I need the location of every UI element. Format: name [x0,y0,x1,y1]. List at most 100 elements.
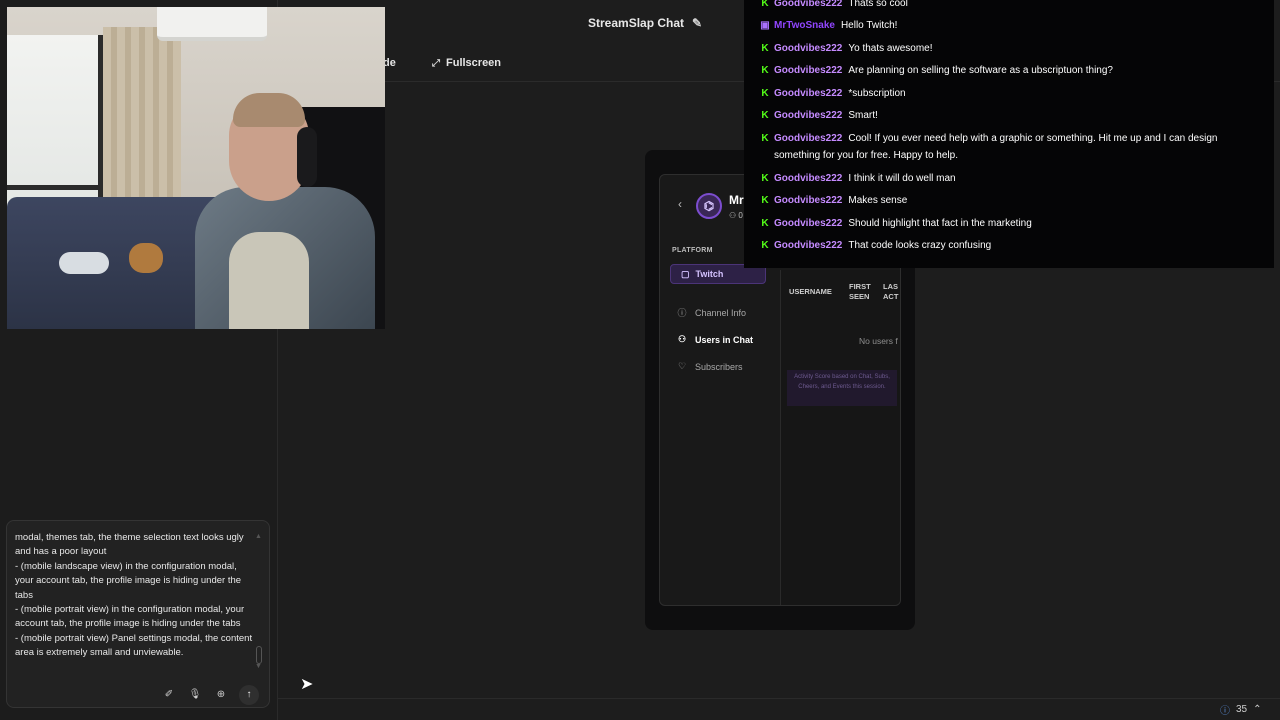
chat-message: K Goodvibes222 That code looks crazy confu… [758,237,1258,254]
chat-text: Hello Twitch! [840,20,898,31]
nav-label: Subscribers [695,361,743,372]
kick-badge-icon: K [761,133,769,144]
chat-username[interactable]: Goodvibes222 [774,88,842,99]
chat-message: K Goodvibes222 I think it will do well man [758,170,1258,187]
chat-message-body: Goodvibes222 I think it will do well man [758,170,1258,187]
avatar: ⌬ [696,193,722,219]
empty-state: No users f [859,336,898,346]
status-bar[interactable]: ⓘ 35 ⌃ [1220,702,1262,717]
chat-text: Should highlight that fact in the market… [848,218,1032,229]
chat-text: That code looks crazy confusing [848,240,992,251]
expand-icon: ⤢ [432,57,440,69]
magic-wand-icon[interactable]: ✐ [161,687,177,703]
chat-message: ▣ MrTwoSnake Hello Twitch! [758,17,1258,34]
info-icon: ⓘ [677,308,687,318]
activity-note: Activity Score based on Chat, Subs, Chee… [787,370,897,406]
chat-text: Makes sense [848,195,908,206]
send-button[interactable]: ↑ [239,685,259,705]
users-small-icon: ⚇ [729,211,739,220]
scroll-up-icon[interactable]: ▲ [255,533,262,540]
kick-badge-icon: K [761,240,769,251]
chat-message: K Goodvibes222 Makes sense [758,192,1258,209]
column-username[interactable]: USERNAME [781,287,839,297]
webcam-feed [7,7,385,329]
chat-username[interactable]: Goodvibes222 [774,133,842,144]
chat-message: K Goodvibes222 Are planning on selling the… [758,62,1258,79]
kick-badge-icon: K [761,218,769,229]
kick-badge-icon: K [761,65,769,76]
chat-message: K Goodvibes222 *subscription [758,85,1258,102]
chevron-left-icon[interactable]: ‹ [678,197,682,211]
table-header: USERNAME FIRST SEEN LAS ACT [781,270,900,314]
chat-username[interactable]: Goodvibes222 [774,110,842,121]
chat-message-body: Goodvibes222 *subscription [758,85,1258,102]
chat-username[interactable]: Goodvibes222 [774,43,842,54]
status-count: 35 [1236,704,1248,715]
nav-label: Users in Chat [695,334,754,345]
viewer-count: ⚇ 0 [729,211,743,220]
info-icon: ⓘ [1220,706,1230,717]
chat-username[interactable]: Goodvibes222 [774,195,842,206]
webcam-person-hair [233,93,305,127]
page-title[interactable]: StreamSlap Chat ✎ [588,16,702,30]
column-last-active[interactable]: LAS ACT [877,282,899,302]
chat-username[interactable]: Goodvibes222 [774,65,842,76]
chat-message: K Goodvibes222 Should highlight that fact … [758,215,1258,232]
chat-message: K Goodvibes222 Smart! [758,107,1258,124]
composer-scrollbar[interactable] [256,646,262,664]
webcam-headset [297,127,317,187]
chat-message-body: Goodvibes222 Are planning on selling the … [758,62,1258,79]
nav-channel-info[interactable]: ⓘ Channel Info [676,306,746,319]
pencil-icon[interactable]: ✎ [692,16,702,30]
platform-label: PLATFORM [672,247,713,254]
viewer-count-value: 0 [738,211,743,220]
chevron-up-icon[interactable]: ⌃ [1253,704,1261,715]
chat-message-body: Goodvibes222 Makes sense [758,192,1258,209]
chat-overlay: K Goodvibes222 Thats so cool ▣ MrTwoSnake Hel… [744,0,1274,268]
chat-message: K Goodvibes222 Yo thats awesome! [758,40,1258,57]
chat-username[interactable]: Goodvibes222 [774,0,842,9]
chat-message-body: Goodvibes222 Thats so cool [758,0,1258,12]
chat-username[interactable]: Goodvibes222 [774,173,842,184]
kick-badge-icon: K [761,110,769,121]
heart-icon: ♡ [677,361,687,371]
fullscreen-button[interactable]: ⤢ Fullscreen [432,57,501,69]
nav-label: Channel Info [695,307,747,318]
chat-message: K Goodvibes222 Thats so cool [758,0,1258,12]
webcam-person-shirt [229,232,309,329]
chat-username[interactable]: Goodvibes222 [774,240,842,251]
kick-badge-icon: K [761,43,769,54]
chat-username[interactable]: MrTwoSnake [774,20,835,31]
add-icon[interactable]: ⊕ [213,687,229,703]
nav-subscribers[interactable]: ♡ Subscribers [676,361,743,372]
users-icon: ⚇ [677,334,687,344]
mouse-cursor: ➤ [300,676,314,693]
page-title-text: StreamSlap Chat [588,16,685,30]
app-root: StreamSlap Chat ✎ de ⤢ Fullscreen ‹ ⌬ Mr… [0,0,1280,720]
nav-users-in-chat[interactable]: ⚇ Users in Chat [676,334,753,345]
kick-badge-icon: K [761,0,769,9]
chat-text: Smart! [848,110,878,121]
column-first-seen[interactable]: FIRST SEEN [839,282,877,302]
status-divider [278,698,1280,699]
chat-text: Thats so cool [848,0,908,9]
chat-message-body: Goodvibes222 That code looks crazy confus… [758,237,1258,254]
twitch-icon: ▢ [681,268,690,279]
microphone-icon[interactable]: 🎙︎ [187,687,203,703]
chat-username[interactable]: Goodvibes222 [774,218,842,229]
kick-badge-icon: K [761,173,769,184]
twitch-badge-icon: ▣ [760,20,770,31]
kick-badge-icon: K [761,88,769,99]
chat-text: Are planning on selling the software as … [848,65,1113,76]
chat-message-body: Goodvibes222 Cool! If you ever need help … [758,130,1258,164]
chat-text: Yo thats awesome! [848,43,933,54]
composer-textarea[interactable]: modal, themes tab, the theme selection t… [15,531,253,676]
scroll-down-icon[interactable]: ▼ [255,663,262,670]
message-composer[interactable]: modal, themes tab, the theme selection t… [6,520,270,708]
chat-text: I think it will do well man [848,173,956,184]
chat-message-body: MrTwoSnake Hello Twitch! [758,17,1258,34]
chat-message-body: Goodvibes222 Yo thats awesome! [758,40,1258,57]
chat-message-body: Goodvibes222 Smart! [758,107,1258,124]
kick-badge-icon: K [761,195,769,206]
channel-name: Mr [729,193,744,207]
